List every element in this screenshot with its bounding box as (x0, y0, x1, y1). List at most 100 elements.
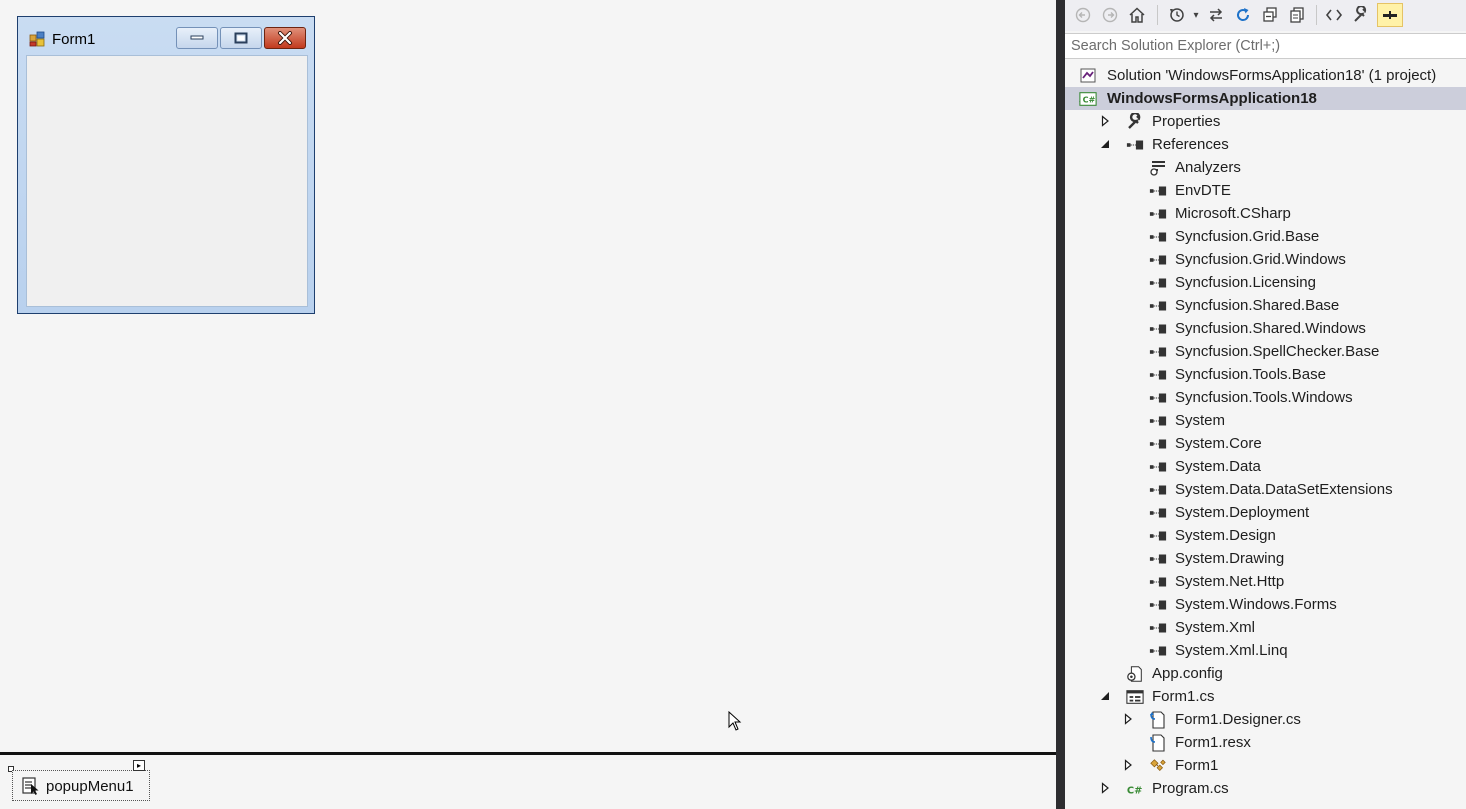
csharp-project-icon: C# (1079, 90, 1097, 107)
tree-item-label: Syncfusion.Grid.Windows (1175, 251, 1346, 268)
toolbar-separator (1157, 5, 1158, 25)
tree-item[interactable]: Form1.resx (1065, 731, 1466, 754)
tree-item[interactable]: Form1.cs (1065, 685, 1466, 708)
reference-icon (1149, 573, 1167, 590)
reference-icon (1149, 596, 1167, 613)
tree-item-label: Syncfusion.Grid.Base (1175, 228, 1320, 245)
tree-item[interactable]: Solution 'WindowsFormsApplication18' (1 … (1065, 64, 1466, 87)
tree-item[interactable]: System.Xml.Linq (1065, 639, 1466, 662)
tree-item[interactable]: Form1.Designer.cs (1065, 708, 1466, 731)
wrench-icon (1126, 113, 1144, 130)
forward-icon[interactable] (1100, 5, 1120, 25)
form-client-area[interactable] (26, 55, 308, 307)
tree-item[interactable]: Analyzers (1065, 156, 1466, 179)
tree-item-label: System.Drawing (1175, 550, 1285, 567)
form-title: Form1 (52, 31, 96, 48)
tree-item-label: System (1175, 412, 1226, 429)
form-icon (1126, 688, 1144, 705)
close-icon (278, 31, 292, 45)
tray-component-popupmenu[interactable]: popupMenu1 (12, 770, 150, 801)
tree-item[interactable]: References (1065, 133, 1466, 156)
reference-icon (1149, 389, 1167, 406)
tree-item[interactable]: C# Program.cs (1065, 777, 1466, 800)
reference-icon (1149, 182, 1167, 199)
collapsed-arrow-icon[interactable] (1122, 759, 1134, 771)
reference-icon (1149, 481, 1167, 498)
show-all-files-icon[interactable] (1287, 5, 1307, 25)
collapsed-arrow-icon[interactable] (1122, 713, 1134, 725)
expanded-arrow-icon[interactable] (1099, 690, 1111, 702)
collapse-all-icon[interactable] (1260, 5, 1280, 25)
tree-item[interactable]: System.Design (1065, 524, 1466, 547)
tree-item-label: System.Design (1175, 527, 1276, 544)
tree-item-label: Syncfusion.Tools.Base (1175, 366, 1326, 383)
smart-tag-arrow-icon[interactable]: ▸ (133, 760, 145, 771)
tree-item-label: Solution 'WindowsFormsApplication18' (1 … (1107, 67, 1437, 84)
tree-item[interactable]: System.Xml (1065, 616, 1466, 639)
back-icon[interactable] (1073, 5, 1093, 25)
close-button[interactable] (264, 27, 306, 49)
tree-item[interactable]: EnvDTE (1065, 179, 1466, 202)
tree-item-label: Microsoft.CSharp (1175, 205, 1291, 222)
form-designer-surface[interactable]: Form1 popupMenu1 ▸ (0, 0, 1056, 809)
collapsed-arrow-icon[interactable] (1099, 115, 1111, 127)
tree-item[interactable]: Syncfusion.Tools.Base (1065, 363, 1466, 386)
home-icon[interactable] (1127, 5, 1147, 25)
tree-item[interactable]: System.Windows.Forms (1065, 593, 1466, 616)
reference-icon (1149, 527, 1167, 544)
panel-splitter[interactable] (1056, 0, 1065, 809)
history-icon[interactable] (1167, 5, 1187, 25)
tree-item[interactable]: Syncfusion.Tools.Windows (1065, 386, 1466, 409)
tree-item[interactable]: Syncfusion.Grid.Windows (1065, 248, 1466, 271)
history-dropdown-chevron-down-icon[interactable]: ▾ (1186, 5, 1206, 25)
tree-item-label: System.Xml.Linq (1175, 642, 1288, 659)
expanded-arrow-icon[interactable] (1099, 138, 1111, 150)
tree-item[interactable]: Syncfusion.Shared.Windows (1065, 317, 1466, 340)
tree-item[interactable]: System.Data.DataSetExtensions (1065, 478, 1466, 501)
tree-item-label: System.Windows.Forms (1175, 596, 1337, 613)
maximize-icon (234, 32, 248, 44)
collapsed-arrow-icon[interactable] (1099, 782, 1111, 794)
tree-item[interactable]: System.Net.Http (1065, 570, 1466, 593)
tree-item[interactable]: System.Core (1065, 432, 1466, 455)
tree-item-label: Form1 (1175, 757, 1219, 774)
tree-item[interactable]: Syncfusion.Shared.Base (1065, 294, 1466, 317)
reference-icon (1149, 274, 1167, 291)
tree-item[interactable]: Form1 (1065, 754, 1466, 777)
tree-item-label: Form1.resx (1175, 734, 1251, 751)
svg-text:C#: C# (1083, 94, 1096, 104)
tray-component-label: popupMenu1 (46, 778, 134, 795)
tree-item[interactable]: Properties (1065, 110, 1466, 133)
minimize-button[interactable] (176, 27, 218, 49)
tree-item[interactable]: System.Deployment (1065, 501, 1466, 524)
reference-icon (1149, 550, 1167, 567)
properties-wrench-icon[interactable] (1351, 5, 1371, 25)
maximize-button[interactable] (220, 27, 262, 49)
tree-item[interactable]: Syncfusion.Licensing (1065, 271, 1466, 294)
form-window[interactable]: Form1 (17, 16, 315, 314)
tree-item[interactable]: Syncfusion.Grid.Base (1065, 225, 1466, 248)
form-titlebar[interactable]: Form1 (18, 17, 314, 55)
config-icon (1126, 665, 1144, 682)
view-code-icon[interactable] (1324, 5, 1344, 25)
tree-item[interactable]: System (1065, 409, 1466, 432)
tree-item[interactable]: System.Drawing (1065, 547, 1466, 570)
tree-item[interactable]: App.config (1065, 662, 1466, 685)
pin-icon[interactable] (1377, 3, 1403, 27)
tree-item-label: Form1.Designer.cs (1175, 711, 1301, 728)
refresh-icon[interactable] (1233, 5, 1253, 25)
tree-item[interactable]: System.Data (1065, 455, 1466, 478)
tree-item[interactable]: Syncfusion.SpellChecker.Base (1065, 340, 1466, 363)
reference-icon (1149, 619, 1167, 636)
tree-item-label: Syncfusion.Licensing (1175, 274, 1316, 291)
sync-icon[interactable] (1206, 5, 1226, 25)
svg-text:C#: C# (1127, 785, 1143, 796)
search-box[interactable] (1065, 33, 1466, 59)
tree-item-label: Syncfusion.SpellChecker.Base (1175, 343, 1380, 360)
tree-item-label: WindowsFormsApplication18 (1107, 90, 1317, 107)
tree-item[interactable]: Microsoft.CSharp (1065, 202, 1466, 225)
tree-item-label: System.Net.Http (1175, 573, 1285, 590)
tree-item[interactable]: C# WindowsFormsApplication18 (1065, 87, 1466, 110)
search-input[interactable] (1071, 37, 1451, 55)
reference-icon (1149, 251, 1167, 268)
